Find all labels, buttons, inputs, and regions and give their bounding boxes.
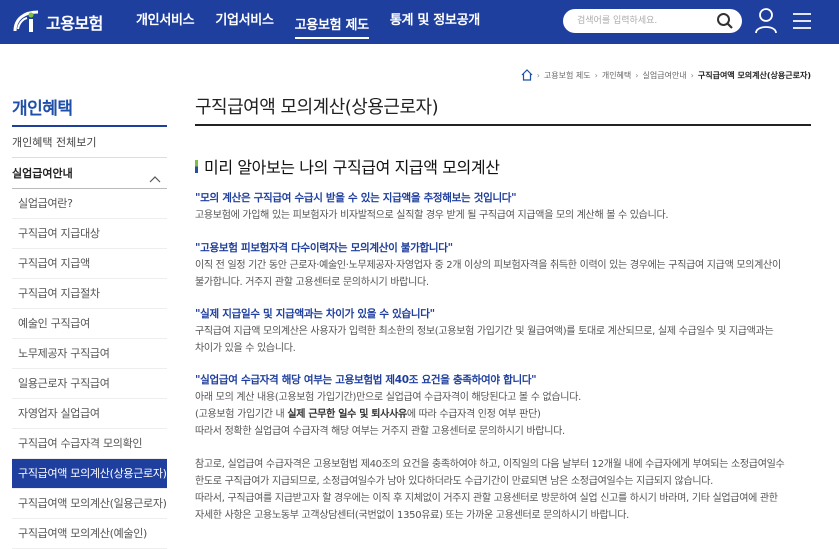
- sidebar-item[interactable]: 자영업자 실업급여: [12, 399, 167, 429]
- sidebar-item[interactable]: 실업급여란?: [12, 189, 167, 219]
- sidebar-item[interactable]: 구직급여 지급절차: [12, 279, 167, 309]
- search-input[interactable]: [577, 13, 717, 29]
- sidebar-item[interactable]: 구직급여액 모의계산(예술인): [12, 519, 167, 549]
- section-marker-icon: [195, 159, 198, 173]
- notice-block-4: "실업급여 수급자격 해당 여부는 고용보험법 제40조 요건을 충족하여야 합…: [195, 372, 815, 440]
- chevron-right-icon: ›: [690, 70, 694, 80]
- section-title-text: 미리 알아보는 나의 구직급여 지급액 모의계산: [204, 158, 500, 177]
- main-nav: 개인서비스 기업서비스 고용보험 제도 통계 및 정보공개: [136, 0, 501, 44]
- nav-insurance-system[interactable]: 고용보험 제도: [294, 5, 369, 39]
- reference-text: 자세한 사항은 고용노동부 고객상담센터(국번없이 1350유료) 또는 가까운…: [195, 510, 630, 521]
- notice-block-1: "모의 계산은 구직급여 수급시 받을 수 있는 지급액을 추정해보는 것입니다…: [195, 190, 815, 224]
- notice-text: (고용보험 가입기간 내 실제 근무한 일수 및 퇴사사유에 따라 수급자격 인…: [195, 406, 815, 423]
- section-heading: 미리 알아보는 나의 구직급여 지급액 모의계산: [195, 154, 500, 178]
- reference-text: 한도로 구직급여가 지급되므로, 소정급여일수가 남아 있다하더라도 수급기간이…: [195, 476, 714, 487]
- notice-quote: "모의 계산은 구직급여 수급시 받을 수 있는 지급액을 추정해보는 것입니다…: [195, 192, 517, 204]
- sidebar-item[interactable]: 일용근로자 구직급여: [12, 369, 167, 399]
- breadcrumb-item[interactable]: 개인혜택: [602, 70, 631, 81]
- sidebar-item[interactable]: 구직급여액 모의계산(일용근로자): [12, 489, 167, 519]
- chevron-right-icon: ›: [594, 70, 598, 80]
- sidebar-item[interactable]: 노무제공자 구직급여: [12, 339, 167, 369]
- breadcrumb-item[interactable]: 고용보험 제도: [544, 70, 591, 81]
- logo-mark-icon: [12, 9, 42, 35]
- chevron-right-icon: ›: [536, 70, 540, 80]
- notice-text: 아래 모의 계산 내용(고용보험 가입기간)만으로 실업급여 수급자격이 해당된…: [195, 392, 581, 403]
- logo-text: 고용보험: [46, 14, 103, 33]
- sidebar-item-active[interactable]: 구직급여액 모의계산(상용근로자): [12, 459, 167, 489]
- sidebar-title: 개인혜택: [12, 92, 167, 127]
- sidebar-item[interactable]: 구직급여 지급액: [12, 249, 167, 279]
- breadcrumb: › 고용보험 제도 › 개인혜택 › 실업급여안내 › 구직급여액 모의계산(상…: [521, 69, 811, 81]
- notice-quote: "실업급여 수급자격 해당 여부는 고용보험법 제40조 요건을 충족하여야 합…: [195, 374, 537, 386]
- page-title: 구직급여액 모의계산(상용근로자): [195, 93, 811, 126]
- home-icon[interactable]: [521, 69, 533, 81]
- chevron-up-icon: [149, 167, 161, 183]
- hamburger-menu-icon[interactable]: [792, 11, 812, 31]
- notice-text-part: (고용보험 가입기간 내: [195, 409, 288, 420]
- notice-text-part: 에 따라 수급자격 인정 여부 판단): [406, 409, 541, 420]
- notice-text: 구직급여 지급액 모의계산은 사용자가 입력한 최소한의 정보(고용보험 가입기…: [195, 326, 774, 337]
- notice-text: 이직 전 일정 기간 동안 근로자·예술인·노무제공자·자영업자 중 2개 이상…: [195, 260, 781, 271]
- notice-text: 고용보험에 가입해 있는 피보험자가 비자발적으로 실직할 경우 받게 될 구직…: [195, 210, 669, 221]
- breadcrumb-item[interactable]: 실업급여안내: [642, 70, 686, 81]
- sidebar-item[interactable]: 예술인 구직급여: [12, 309, 167, 339]
- sidebar: 개인혜택 개인혜택 전체보기 실업급여안내 실업급여란? 구직급여 지급대상 구…: [12, 92, 167, 549]
- notice-block-3: "실제 지급일수 및 지급액과는 차이가 있을 수 있습니다" 구직급여 지급액…: [195, 306, 815, 357]
- sidebar-group-label: 실업급여안내: [12, 167, 73, 180]
- logo[interactable]: 고용보험: [12, 8, 103, 36]
- search-box: [563, 9, 742, 33]
- notice-text-emphasis: 실제 근무한 일수 및 퇴사사유: [287, 409, 407, 420]
- sidebar-item[interactable]: 구직급여 지급대상: [12, 219, 167, 249]
- sidebar-group-unemployment[interactable]: 실업급여안내: [12, 158, 167, 189]
- reference-block: 참고로, 실업급여 수급자격은 고용보험법 제40조의 요건을 충족하여야 하고…: [195, 456, 815, 524]
- sidebar-all-link[interactable]: 개인혜택 전체보기: [12, 127, 167, 158]
- notice-text: 따라서 정확한 실업급여 수급자격 해당 여부는 거주지 관할 고용센터로 문의…: [195, 426, 565, 437]
- nav-statistics[interactable]: 통계 및 정보공개: [390, 0, 480, 44]
- search-icon[interactable]: [716, 12, 734, 30]
- notice-quote: "실제 지급일수 및 지급액과는 차이가 있을 수 있습니다": [195, 308, 435, 320]
- reference-text: 따라서, 구직급여를 지급받고자 할 경우에는 이직 후 지체없이 거주지 관할…: [195, 493, 778, 504]
- reference-text: 참고로, 실업급여 수급자격은 고용보험법 제40조의 요건을 충족하여야 하고…: [195, 459, 785, 470]
- notice-quote: "고용보험 피보험자격 다수이력자는 모의계산이 불가합니다": [195, 242, 453, 254]
- breadcrumb-current: 구직급여액 모의계산(상용근로자): [697, 70, 811, 80]
- notice-block-2: "고용보험 피보험자격 다수이력자는 모의계산이 불가합니다" 이직 전 일정 …: [195, 240, 815, 291]
- top-header: 고용보험 개인서비스 기업서비스 고용보험 제도 통계 및 정보공개: [0, 0, 839, 44]
- user-icon[interactable]: [754, 7, 778, 35]
- chevron-right-icon: ›: [635, 70, 639, 80]
- notice-text: 불가합니다. 거주지 관할 고용센터로 문의하시기 바랍니다.: [195, 277, 429, 288]
- nav-business-services[interactable]: 기업서비스: [215, 0, 274, 44]
- notice-text: 차이가 있을 수 있습니다.: [195, 343, 296, 354]
- nav-personal-services[interactable]: 개인서비스: [136, 0, 195, 44]
- sidebar-item[interactable]: 구직급여 수급자격 모의확인: [12, 429, 167, 459]
